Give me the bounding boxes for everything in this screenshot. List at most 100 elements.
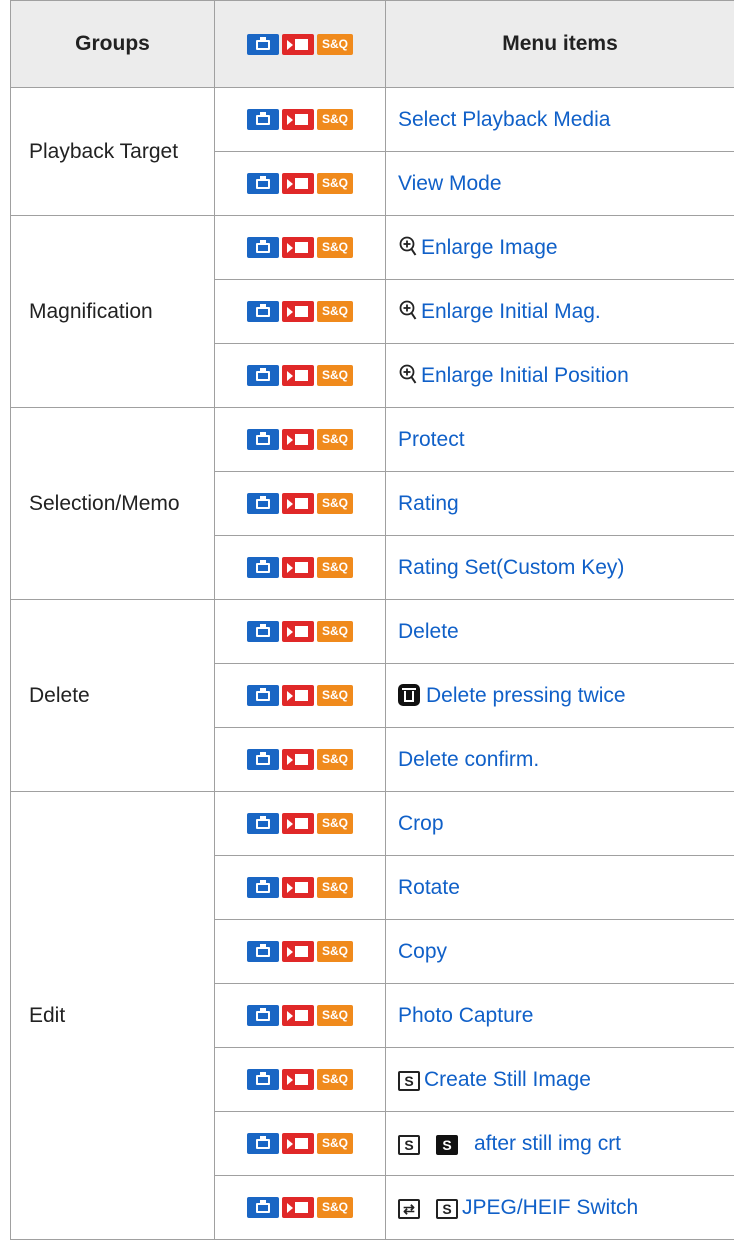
movie-mode-icon	[282, 621, 314, 642]
photo-mode-icon	[247, 109, 279, 130]
menu-item-link[interactable]: Rating	[398, 492, 459, 515]
menu-item-cell: Delete	[386, 600, 734, 664]
photo-mode-icon	[247, 941, 279, 962]
photo-mode-icon	[247, 685, 279, 706]
movie-mode-icon	[282, 877, 314, 898]
jpeg-heif-icon: ⇄	[398, 1199, 420, 1219]
mode-badges-cell: S&Q	[215, 88, 386, 152]
sq-mode-icon: S&Q	[317, 173, 353, 194]
sq-mode-icon: S&Q	[317, 34, 353, 55]
menu-item-link[interactable]: Rotate	[398, 876, 460, 899]
mode-badges: S&Q	[247, 1069, 353, 1090]
photo-mode-icon	[247, 1197, 279, 1218]
menu-item-cell: Rotate	[386, 856, 734, 920]
menu-item-link[interactable]: JPEG/HEIF Switch	[462, 1196, 638, 1219]
mode-badges-cell: S&Q	[215, 472, 386, 536]
menu-item-link[interactable]: Enlarge Image	[421, 236, 558, 259]
sq-mode-icon: S&Q	[317, 877, 353, 898]
mode-badges: S&Q	[247, 173, 353, 194]
menu-item-link[interactable]: Protect	[398, 428, 465, 451]
photo-mode-icon	[247, 34, 279, 55]
mode-badges: S&Q	[247, 813, 353, 834]
mode-badges-cell: S&Q	[215, 152, 386, 216]
menu-item-cell: Photo Capture	[386, 984, 734, 1048]
create-still-icon: S	[398, 1135, 420, 1155]
menu-item-link[interactable]: Select Playback Media	[398, 108, 610, 131]
mode-badges-cell: S&Q	[215, 920, 386, 984]
menu-item-link[interactable]: Copy	[398, 940, 447, 963]
mode-badges: S&Q	[247, 365, 353, 386]
sq-mode-icon: S&Q	[317, 621, 353, 642]
table-row: EditS&QCrop	[11, 792, 734, 856]
photo-mode-icon	[247, 173, 279, 194]
menu-item-link[interactable]: Enlarge Initial Position	[421, 364, 629, 387]
group-name: Playback Target	[11, 88, 215, 216]
photo-mode-icon	[247, 301, 279, 322]
menu-item-link[interactable]: Crop	[398, 812, 444, 835]
movie-mode-icon	[282, 749, 314, 770]
movie-mode-icon	[282, 557, 314, 578]
menu-item-link[interactable]: Delete confirm.	[398, 748, 539, 771]
menu-item-cell: Rating	[386, 472, 734, 536]
mode-badges-cell: S&Q	[215, 344, 386, 408]
menu-item-cell: Copy	[386, 920, 734, 984]
movie-mode-icon	[282, 941, 314, 962]
photo-mode-icon	[247, 237, 279, 258]
menu-item-link[interactable]: after still img crt	[474, 1132, 621, 1155]
photo-mode-icon	[247, 1005, 279, 1026]
group-name: Selection/Memo	[11, 408, 215, 600]
movie-mode-icon	[282, 34, 314, 55]
photo-mode-icon	[247, 813, 279, 834]
mode-badges: S&Q	[247, 429, 353, 450]
sq-mode-icon: S&Q	[317, 1005, 353, 1026]
mode-badges-cell: S&Q	[215, 408, 386, 472]
mode-badges: S&Q	[247, 237, 353, 258]
mode-badges-cell: S&Q	[215, 664, 386, 728]
mode-badges: S&Q	[247, 493, 353, 514]
mode-badges: S&Q	[247, 1133, 353, 1154]
menu-item-link[interactable]: Enlarge Initial Mag.	[421, 300, 601, 323]
menu-item-link[interactable]: View Mode	[398, 172, 502, 195]
sq-mode-icon: S&Q	[317, 749, 353, 770]
menu-item-cell: SCreate Still Image	[386, 1048, 734, 1112]
menu-item-cell: Crop	[386, 792, 734, 856]
table-body: Playback Target S&Q Select Playback Media S…	[11, 88, 734, 1240]
mode-badges: S&Q	[247, 1197, 353, 1218]
table-row: DeleteS&QDelete	[11, 600, 734, 664]
mode-badges-cell: S&Q	[215, 1112, 386, 1176]
sq-mode-icon: S&Q	[317, 941, 353, 962]
movie-mode-icon	[282, 429, 314, 450]
sq-mode-icon: S&Q	[317, 1197, 353, 1218]
menu-item-cell: Delete pressing twice	[386, 664, 734, 728]
photo-mode-icon	[247, 621, 279, 642]
menu-item-cell: Enlarge Initial Mag.	[386, 280, 734, 344]
menu-item-cell: Rating Set(Custom Key)	[386, 536, 734, 600]
sq-mode-icon: S&Q	[317, 365, 353, 386]
group-name: Edit	[11, 792, 215, 1240]
movie-mode-icon	[282, 365, 314, 386]
photo-mode-icon	[247, 877, 279, 898]
movie-mode-icon	[282, 1197, 314, 1218]
magnify-plus-icon	[398, 363, 418, 385]
magnify-plus-icon	[398, 299, 418, 321]
sq-mode-icon: S&Q	[317, 109, 353, 130]
movie-mode-icon	[282, 1005, 314, 1026]
movie-mode-icon	[282, 173, 314, 194]
mode-badges: S&Q	[247, 685, 353, 706]
menu-item-link[interactable]: Rating Set(Custom Key)	[398, 556, 624, 579]
photo-mode-icon	[247, 1133, 279, 1154]
menu-item-link[interactable]: Delete	[398, 620, 459, 643]
menu-item-link[interactable]: Delete pressing twice	[426, 684, 626, 707]
sq-mode-icon: S&Q	[317, 429, 353, 450]
mode-badges: S&Q	[247, 877, 353, 898]
trash-icon	[398, 684, 420, 706]
mode-badges-cell: S&Q	[215, 984, 386, 1048]
menu-item-link[interactable]: Photo Capture	[398, 1004, 533, 1027]
menu-item-link[interactable]: Create Still Image	[424, 1068, 591, 1091]
mode-badges: S&Q	[247, 557, 353, 578]
sq-mode-icon: S&Q	[317, 685, 353, 706]
create-still-icon: S	[436, 1199, 458, 1219]
menu-item-cell: Delete confirm.	[386, 728, 734, 792]
menu-item-cell: Enlarge Image	[386, 216, 734, 280]
photo-mode-icon	[247, 749, 279, 770]
